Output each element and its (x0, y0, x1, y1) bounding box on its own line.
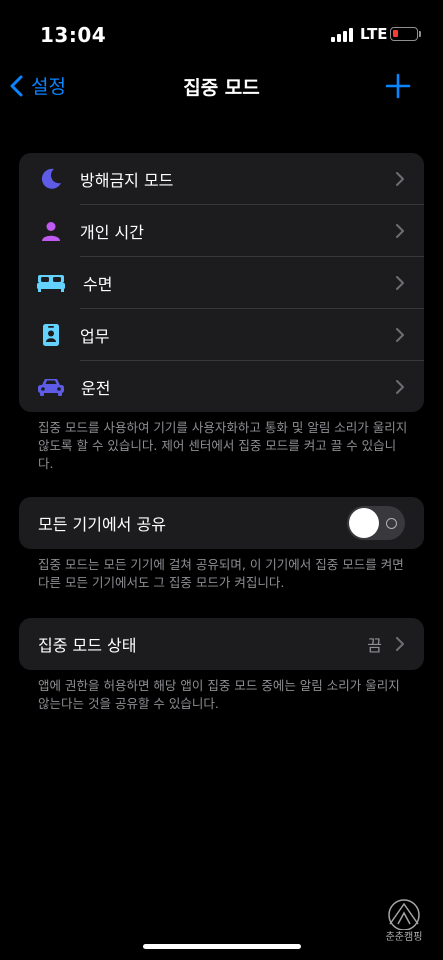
chevron-right-icon (396, 172, 404, 186)
focus-mode-row-do-not-disturb[interactable]: 방해금지 모드 (19, 153, 424, 205)
focus-mode-label: 운전 (81, 379, 111, 398)
id-badge-icon (38, 322, 64, 348)
tent-logo-icon (388, 899, 420, 931)
focus-status-value: 끔 (367, 636, 382, 655)
share-across-devices-label: 모든 기기에서 공유 (38, 515, 166, 534)
share-footnote: 집중 모드는 모든 기기에 걸쳐 공유되며, 이 기기에서 집중 모드를 켜면 … (38, 557, 404, 590)
focus-status-label: 집중 모드 상태 (38, 636, 137, 655)
toggle-off-indicator-icon (386, 518, 397, 529)
screen: 13:04 LTE 설정 집중 모드 방해금지 모드 개인 시간 수면 업무 운… (0, 0, 443, 960)
focus-modes-footnote: 집중 모드를 사용하여 기기를 사용자화하고 통화 및 알림 소리가 울리지 않… (38, 420, 408, 471)
home-indicator[interactable] (143, 944, 301, 949)
focus-status-group: 집중 모드 상태 끔 (19, 618, 424, 670)
battery-cap (419, 31, 421, 37)
chevron-right-icon (396, 276, 404, 290)
focus-mode-label: 개인 시간 (80, 223, 144, 242)
status-bar: 13:04 LTE (0, 0, 443, 70)
plus-icon[interactable] (384, 72, 412, 100)
network-type: LTE (360, 25, 388, 43)
status-time: 13:04 (40, 23, 107, 47)
share-across-devices-toggle[interactable] (347, 506, 405, 540)
page-title: 집중 모드 (183, 77, 260, 99)
focus-status-footnote: 앱에 권한을 허용하면 해당 앱이 집중 모드 중에는 알림 소리가 울리지 않… (38, 678, 400, 711)
focus-mode-label: 업무 (80, 327, 110, 346)
chevron-right-icon (396, 328, 404, 342)
toggle-knob (349, 508, 379, 538)
watermark: 춘춘캠핑 (378, 898, 430, 944)
battery-level (393, 30, 398, 37)
focus-mode-label: 방해금지 모드 (80, 171, 174, 190)
chevron-right-icon (396, 380, 404, 394)
person-icon (38, 218, 64, 244)
navigation-bar: 설정 집중 모드 (0, 62, 443, 106)
battery-icon (390, 27, 418, 41)
focus-mode-row-work[interactable]: 업무 (19, 309, 424, 361)
share-across-devices-row: 모든 기기에서 공유 (19, 497, 424, 549)
chevron-right-icon (396, 224, 404, 238)
moon-icon (38, 166, 64, 192)
focus-mode-label: 수면 (83, 275, 113, 294)
focus-status-row[interactable]: 집중 모드 상태 끔 (19, 618, 424, 670)
car-icon (36, 374, 66, 400)
focus-mode-row-personal[interactable]: 개인 시간 (19, 205, 424, 257)
bed-icon (36, 270, 66, 296)
cellular-signal-icon (331, 28, 355, 42)
focus-mode-row-driving[interactable]: 운전 (19, 361, 424, 412)
chevron-right-icon (396, 637, 404, 651)
watermark-text: 춘춘캠핑 (385, 932, 423, 943)
focus-modes-list: 방해금지 모드 개인 시간 수면 업무 운전 (19, 153, 424, 412)
share-across-devices-group: 모든 기기에서 공유 (19, 497, 424, 549)
focus-mode-row-sleep[interactable]: 수면 (19, 257, 424, 309)
